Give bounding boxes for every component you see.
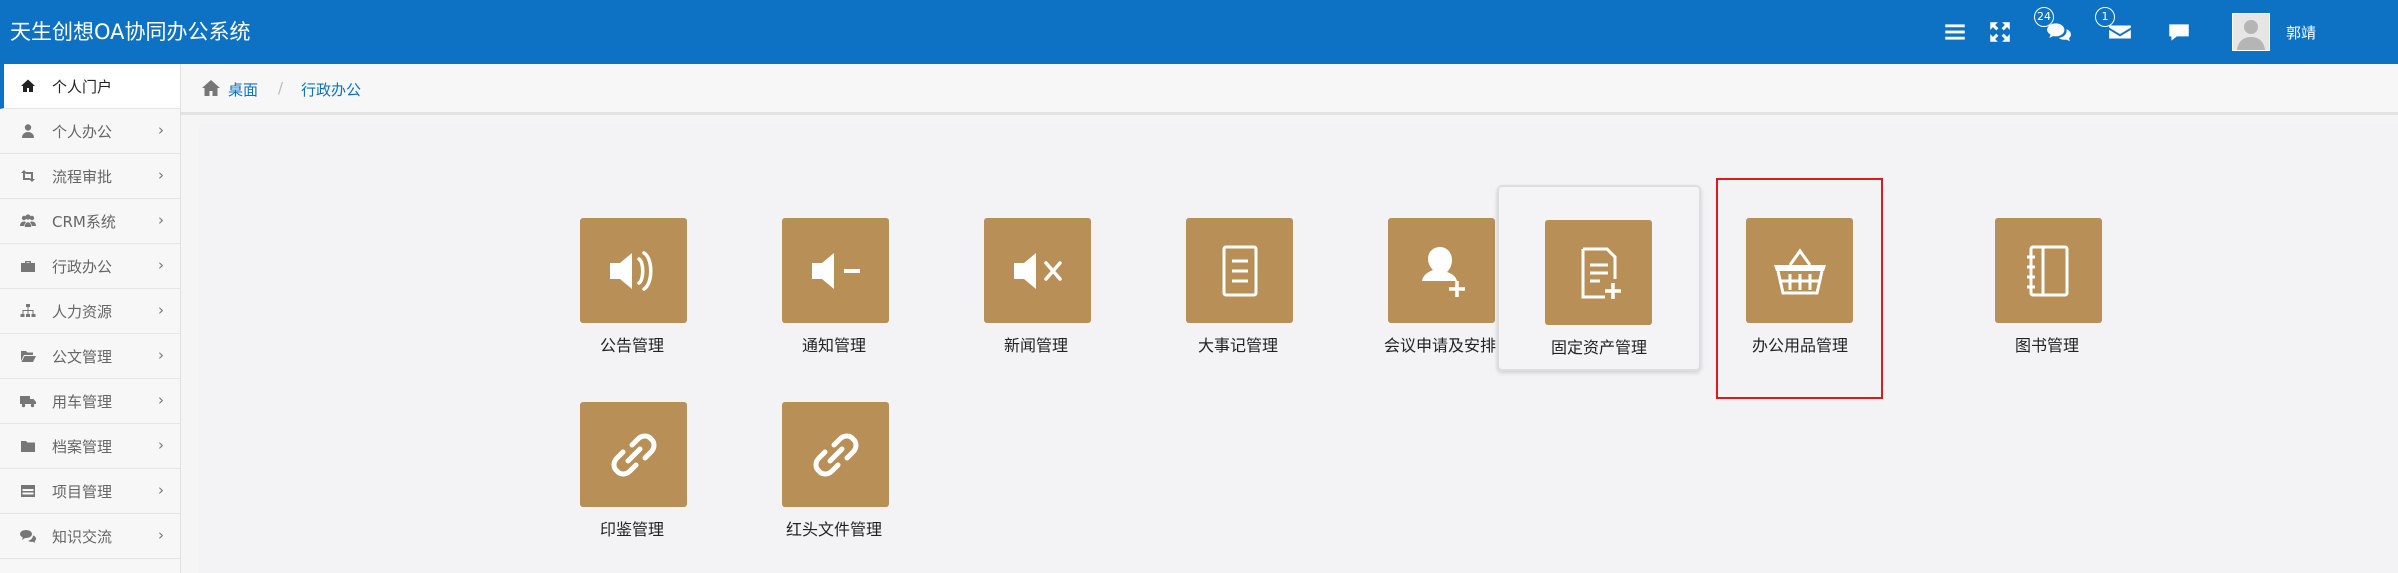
breadcrumb-current[interactable]: 行政办公 bbox=[301, 79, 361, 100]
sidebar-item-vehicles[interactable]: 用车管理 › bbox=[0, 379, 180, 424]
chevron-right-icon: › bbox=[158, 346, 164, 364]
retweet-icon bbox=[20, 168, 36, 184]
tile-label: 印鉴管理 bbox=[599, 520, 664, 539]
app-title: 天生创想OA协同办公系统 bbox=[10, 20, 251, 44]
tile-label: 公告管理 bbox=[599, 336, 664, 355]
folder-open-icon bbox=[20, 348, 36, 364]
sidebar-item-workflow[interactable]: 流程审批 › bbox=[0, 154, 180, 199]
sidebar-item-label: 公文管理 bbox=[52, 348, 113, 366]
fullscreen-icon[interactable] bbox=[1987, 19, 2013, 45]
comments-icon bbox=[20, 528, 36, 544]
chevron-right-icon: › bbox=[158, 121, 164, 139]
chevron-right-icon: › bbox=[158, 436, 164, 454]
tile-label: 图书管理 bbox=[2014, 336, 2079, 355]
folder-icon bbox=[20, 438, 36, 454]
sidebar-item-hr[interactable]: 人力资源 › bbox=[0, 289, 180, 334]
sidebar-item-documents[interactable]: 公文管理 › bbox=[0, 334, 180, 379]
notebook-icon bbox=[1995, 218, 2102, 323]
volume-down-icon bbox=[782, 218, 889, 323]
sidebar-item-label: 个人门户 bbox=[52, 78, 113, 96]
sidebar-item-knowledge[interactable]: 知识交流 › bbox=[0, 514, 180, 559]
tile-label: 大事记管理 bbox=[1197, 336, 1278, 355]
sidebar-item-label: 项目管理 bbox=[52, 483, 113, 501]
user-icon bbox=[20, 123, 36, 139]
chevron-right-icon: › bbox=[158, 391, 164, 409]
avatar[interactable] bbox=[2232, 13, 2270, 51]
chat-notifications-button[interactable]: 24 bbox=[2034, 7, 2072, 45]
add-user-icon bbox=[1388, 218, 1495, 323]
sidebar-item-label: 人力资源 bbox=[52, 303, 113, 321]
sidebar-item-label: 用车管理 bbox=[52, 393, 113, 411]
tile-chronicle[interactable]: 大事记管理 bbox=[1138, 195, 1338, 375]
menu-icon[interactable] bbox=[1942, 19, 1968, 45]
table-icon bbox=[20, 483, 36, 499]
username[interactable]: 郭靖 bbox=[2286, 22, 2316, 43]
main-content: 公告管理 通知管理 新闻管理 大事记管理 会议申请及安排 固定资产管理 办公用品… bbox=[199, 124, 2398, 573]
tile-books[interactable]: 图书管理 bbox=[1947, 195, 2147, 375]
document-icon bbox=[1186, 218, 1293, 323]
tile-red-header-docs[interactable]: 红头文件管理 bbox=[734, 379, 934, 559]
briefcase-icon bbox=[20, 258, 36, 274]
tile-seals[interactable]: 印鉴管理 bbox=[532, 379, 732, 559]
sidebar-item-label: CRM系统 bbox=[52, 213, 116, 231]
document-add-icon bbox=[1545, 220, 1652, 325]
sidebar-item-label: 知识交流 bbox=[52, 528, 113, 546]
chevron-right-icon: › bbox=[158, 211, 164, 229]
tile-label: 办公用品管理 bbox=[1751, 336, 1848, 355]
group-icon bbox=[20, 213, 36, 229]
tile-office-supplies[interactable]: 办公用品管理 bbox=[1716, 178, 1883, 399]
mail-notifications-button[interactable]: 1 bbox=[2095, 7, 2133, 45]
breadcrumb: 桌面 / 行政办公 bbox=[181, 64, 2398, 115]
chevron-right-icon: › bbox=[158, 526, 164, 544]
volume-off-icon bbox=[984, 218, 1091, 323]
tile-label: 红头文件管理 bbox=[785, 520, 882, 539]
sidebar-item-personal-office[interactable]: 个人办公 › bbox=[0, 109, 180, 154]
chevron-right-icon: › bbox=[158, 301, 164, 319]
tile-notices[interactable]: 通知管理 bbox=[734, 195, 934, 375]
tile-fixed-assets[interactable]: 固定资产管理 bbox=[1497, 185, 1701, 371]
tile-label: 固定资产管理 bbox=[1550, 338, 1647, 357]
truck-icon bbox=[20, 393, 36, 409]
link-icon bbox=[782, 402, 889, 507]
megaphone-icon bbox=[580, 218, 687, 323]
basket-icon bbox=[1746, 218, 1853, 323]
sidebar-item-archives[interactable]: 档案管理 › bbox=[0, 424, 180, 469]
home-icon bbox=[201, 79, 221, 97]
comment-icon[interactable] bbox=[2166, 19, 2192, 45]
sidebar-item-crm[interactable]: CRM系统 › bbox=[0, 199, 180, 244]
sidebar-item-admin-office[interactable]: 行政办公 › bbox=[0, 244, 180, 289]
sitemap-icon bbox=[20, 303, 36, 319]
tile-label: 通知管理 bbox=[801, 336, 866, 355]
mail-badge: 1 bbox=[2095, 7, 2115, 27]
sidebar-item-label: 行政办公 bbox=[52, 258, 113, 276]
top-navbar: 天生创想OA协同办公系统 24 1 郭靖 bbox=[0, 0, 2398, 64]
sidebar-item-label: 个人办公 bbox=[52, 123, 113, 141]
sidebar-item-label: 档案管理 bbox=[52, 438, 113, 456]
chevron-right-icon: › bbox=[158, 166, 164, 184]
breadcrumb-separator: / bbox=[278, 79, 284, 97]
tile-label: 新闻管理 bbox=[1003, 336, 1068, 355]
home-icon bbox=[20, 78, 36, 94]
chevron-right-icon: › bbox=[158, 256, 164, 274]
sidebar: 个人门户 个人办公 › 流程审批 › CRM系统 › 行政办公 › 人力资源 ›… bbox=[0, 64, 181, 573]
sidebar-item-projects[interactable]: 项目管理 › bbox=[0, 469, 180, 514]
chat-badge: 24 bbox=[2034, 7, 2054, 27]
sidebar-item-portal[interactable]: 个人门户 bbox=[0, 64, 180, 109]
breadcrumb-home-link[interactable]: 桌面 bbox=[228, 79, 258, 100]
sidebar-item-label: 流程审批 bbox=[52, 168, 113, 186]
chevron-right-icon: › bbox=[158, 481, 164, 499]
link-icon bbox=[580, 402, 687, 507]
tile-news[interactable]: 新闻管理 bbox=[936, 195, 1136, 375]
tile-announcements[interactable]: 公告管理 bbox=[532, 195, 732, 375]
